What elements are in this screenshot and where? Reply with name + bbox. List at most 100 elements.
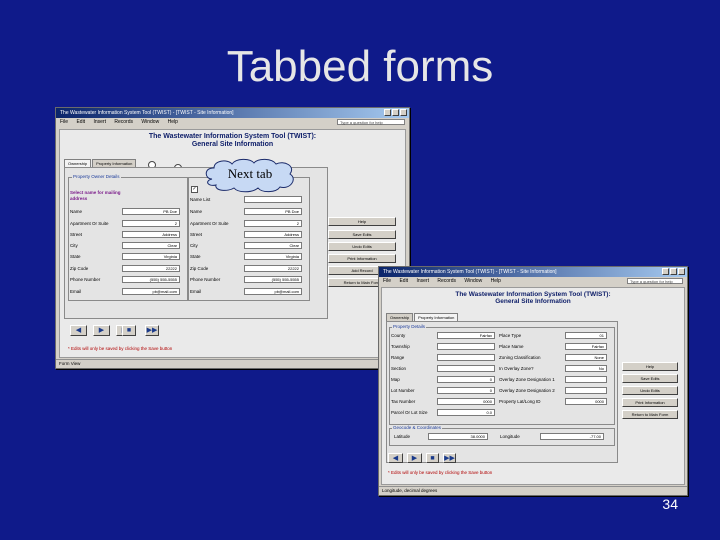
owner-street-field[interactable]: Address	[122, 231, 180, 238]
owner-name-field[interactable]: PB Doe	[122, 208, 180, 215]
callout-text: Next tab	[227, 166, 273, 181]
property-row: In Overlay Zone? No	[499, 365, 611, 372]
field-label: Apartment Or Suite	[70, 221, 109, 226]
same-as-owner-checkbox[interactable]: ✓	[191, 186, 198, 193]
field-label: Property Lat/Long ID	[499, 399, 541, 404]
last-record-icon[interactable]: ▶▶	[145, 325, 159, 336]
property-row: Range	[391, 354, 497, 361]
save-edits-button[interactable]: Save Edits	[328, 230, 396, 239]
menu-insert[interactable]: Insert	[93, 119, 106, 125]
county-field[interactable]: Fairfax	[437, 332, 495, 339]
property-row: Place Type 01	[499, 332, 611, 339]
site-name-field[interactable]: PB Doe	[244, 208, 302, 215]
menu-file[interactable]: File	[60, 119, 68, 125]
menu-help[interactable]: Help	[491, 278, 501, 284]
property-latlong-field[interactable]: 0000	[565, 398, 607, 405]
place-name-field[interactable]: Fairfax	[565, 343, 607, 350]
minimize-icon[interactable]	[662, 268, 669, 275]
overlay-designation-2-field[interactable]	[565, 387, 607, 394]
site-street-field[interactable]: Address	[244, 231, 302, 238]
menu-edit[interactable]: Edit	[399, 278, 408, 284]
save-icon[interactable]: ■	[426, 453, 439, 463]
field-label: Name List	[190, 197, 211, 202]
menu-records[interactable]: Records	[114, 119, 133, 125]
site-city-field[interactable]: Clear	[244, 242, 302, 249]
undo-edits-button[interactable]: Undo Edits	[328, 242, 396, 251]
owner-phone-field[interactable]: (555) 555-5555	[122, 276, 180, 283]
latitude-field[interactable]: 38.0000	[428, 433, 488, 440]
site-row: Apartment Or Suite 2	[190, 220, 304, 227]
site-phone-field[interactable]: (555) 555-5555	[244, 276, 302, 283]
owner-row: Zip Code 22222	[70, 265, 182, 272]
minimize-icon[interactable]	[384, 109, 391, 116]
geocode-row: Latitude 38.0000	[394, 433, 494, 440]
owner-apartment-field[interactable]: 2	[122, 220, 180, 227]
township-field[interactable]	[437, 343, 495, 350]
owner-state-field[interactable]: Virginia	[122, 253, 180, 260]
tab-strip: Ownership Property Information	[386, 313, 459, 322]
help-question-input[interactable]: Type a question for help	[337, 119, 405, 125]
help-button[interactable]: Help	[622, 362, 678, 371]
zoning-classification-field[interactable]: None	[565, 354, 607, 361]
site-zip-field[interactable]: 22222	[244, 265, 302, 272]
field-label: Township	[391, 344, 410, 349]
site-apartment-field[interactable]: 2	[244, 220, 302, 227]
place-type-dropdown[interactable]: 01	[565, 332, 607, 339]
owner-row: Apartment Or Suite 2	[70, 220, 182, 227]
site-name-list-dropdown[interactable]	[244, 196, 302, 203]
twist-window-ownership: The Wastewater Information System Tool (…	[55, 107, 410, 369]
field-label: Overlay Zone Designation 1	[499, 377, 555, 382]
owner-zip-field[interactable]: 22222	[122, 265, 180, 272]
menu-edit[interactable]: Edit	[76, 119, 85, 125]
return-to-main-form-button[interactable]: Return to Main Form	[622, 410, 678, 419]
owner-email-field[interactable]: pb@mail.com	[122, 288, 180, 295]
site-row: Zip Code 22222	[190, 265, 304, 272]
menu-file[interactable]: File	[383, 278, 391, 284]
close-icon[interactable]	[400, 109, 407, 116]
site-email-field[interactable]: pb@mail.com	[244, 288, 302, 295]
field-label: Longitude	[500, 434, 520, 439]
window-title: The Wastewater Information System Tool (…	[383, 269, 557, 275]
parcel-size-field[interactable]: 0.0	[437, 409, 495, 416]
overlay-designation-1-field[interactable]	[565, 376, 607, 383]
property-row: County Fairfax	[391, 332, 497, 339]
print-information-button[interactable]: Print Information	[328, 254, 396, 263]
menu-help[interactable]: Help	[168, 119, 178, 125]
property-row: Overlay Zone Designation 1	[499, 376, 611, 383]
window-titlebar[interactable]: The Wastewater Information System Tool (…	[379, 267, 687, 277]
last-record-icon[interactable]: ▶▶	[443, 453, 456, 463]
status-bar: Longitude, decimal degrees	[379, 486, 687, 495]
previous-record-icon[interactable]: ◀	[70, 325, 87, 336]
owner-row: Street Address	[70, 231, 182, 238]
site-state-field[interactable]: Virginia	[244, 253, 302, 260]
print-information-button[interactable]: Print Information	[622, 398, 678, 407]
field-label: Map	[391, 377, 400, 382]
longitude-field[interactable]: -77.00	[540, 433, 604, 440]
menu-window[interactable]: Window	[141, 119, 159, 125]
save-icon[interactable]: ■	[122, 325, 136, 336]
tax-number-field[interactable]: 0000	[437, 398, 495, 405]
section-field[interactable]	[437, 365, 495, 372]
site-row: Email pb@mail.com	[190, 288, 304, 295]
map-field[interactable]: 0	[437, 376, 495, 383]
close-icon[interactable]	[678, 268, 685, 275]
maximize-icon[interactable]	[392, 109, 399, 116]
owner-city-field[interactable]: Clear	[122, 242, 180, 249]
undo-edits-button[interactable]: Undo Edits	[622, 386, 678, 395]
overlay-zone-dropdown[interactable]: No	[565, 365, 607, 372]
save-edits-button[interactable]: Save Edits	[622, 374, 678, 383]
help-button[interactable]: Help	[328, 217, 396, 226]
form-canvas: The Wastewater Information System Tool (…	[381, 287, 685, 485]
lot-number-field[interactable]: 0	[437, 387, 495, 394]
maximize-icon[interactable]	[670, 268, 677, 275]
menu-records[interactable]: Records	[437, 278, 456, 284]
previous-record-icon[interactable]: ◀	[388, 453, 403, 463]
window-titlebar[interactable]: The Wastewater Information System Tool (…	[56, 108, 409, 118]
menu-insert[interactable]: Insert	[416, 278, 429, 284]
range-field[interactable]	[437, 354, 495, 361]
site-row: Name PB Doe	[190, 208, 304, 215]
next-record-icon[interactable]: ▶	[407, 453, 422, 463]
help-question-input[interactable]: Type a question for help	[627, 278, 683, 284]
menu-window[interactable]: Window	[464, 278, 482, 284]
next-record-icon[interactable]: ▶	[93, 325, 110, 336]
